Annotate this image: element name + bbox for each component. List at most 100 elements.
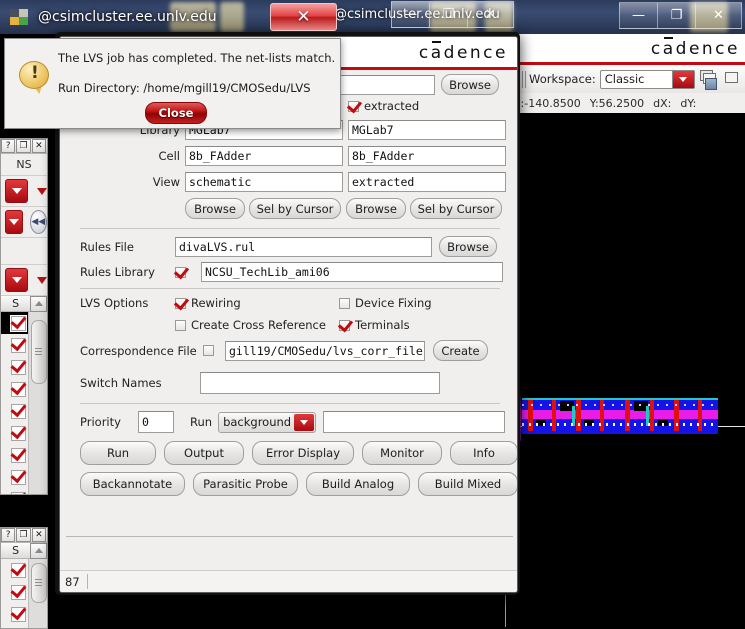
checkbox-checked-icon[interactable] bbox=[11, 492, 26, 496]
palette-row-dropdown-3[interactable] bbox=[1, 265, 47, 296]
info-button[interactable]: Info bbox=[450, 441, 518, 465]
run-mode-select[interactable]: background bbox=[218, 412, 316, 433]
correspondence-file-label: Correspondence File bbox=[80, 344, 203, 358]
checkbox-checked-icon[interactable] bbox=[11, 448, 26, 463]
build-analog-button[interactable]: Build Analog bbox=[306, 472, 410, 496]
create-netlist-extracted-checkbox[interactable] bbox=[348, 101, 359, 112]
minimize-icon[interactable]: — bbox=[619, 2, 658, 29]
lvs-window-controls[interactable]: — ❐ ✕ bbox=[391, 1, 514, 28]
palette-upper[interactable]: ? ❐ ✕ NS ◀◀ S bbox=[0, 138, 48, 495]
switch-names-input[interactable] bbox=[200, 372, 440, 394]
minimize-icon[interactable]: — bbox=[391, 1, 430, 28]
create-cross-reference-checkbox[interactable] bbox=[175, 320, 186, 331]
maximize-icon[interactable]: ❐ bbox=[658, 2, 696, 29]
run-host-input[interactable] bbox=[323, 411, 505, 433]
scroll-up-icon[interactable] bbox=[30, 543, 47, 559]
correspondence-file-create-button[interactable]: Create bbox=[433, 340, 488, 361]
extracted-sel-by-cursor-button[interactable]: Sel by Cursor bbox=[410, 198, 502, 219]
palette-lower[interactable]: ? ❐ ✕ S bbox=[0, 527, 48, 629]
window-icon[interactable] bbox=[722, 69, 743, 90]
checkbox-checked-icon[interactable] bbox=[11, 585, 26, 600]
scroll-up-icon[interactable] bbox=[30, 296, 47, 312]
correspondence-file-checkbox[interactable] bbox=[203, 345, 214, 356]
small-chevron-down-icon[interactable] bbox=[37, 277, 47, 284]
close-icon[interactable]: ✕ bbox=[32, 528, 46, 542]
checkbox-checked-icon[interactable] bbox=[11, 360, 26, 375]
chevron-down-icon[interactable] bbox=[5, 268, 28, 292]
save-workspace-icon[interactable] bbox=[698, 69, 719, 90]
terminals-checkbox[interactable] bbox=[339, 320, 350, 331]
chevron-down-icon[interactable] bbox=[672, 71, 694, 88]
workspace-label: Workspace: bbox=[529, 72, 596, 86]
backannotate-button[interactable]: Backannotate bbox=[80, 472, 185, 496]
toolbar-grip-handle[interactable] bbox=[519, 71, 526, 88]
small-chevron-down-icon[interactable] bbox=[37, 188, 47, 195]
output-button[interactable]: Output bbox=[164, 441, 244, 465]
close-icon[interactable]: ✕ bbox=[270, 3, 337, 31]
restore-icon[interactable]: ❐ bbox=[16, 139, 30, 153]
rules-library-input[interactable]: NCSU_TechLib_ami06 bbox=[201, 262, 503, 282]
rules-file-browse-button[interactable]: Browse bbox=[439, 236, 497, 257]
restore-icon[interactable]: ❐ bbox=[16, 528, 30, 542]
close-icon[interactable]: ✕ bbox=[468, 1, 514, 28]
checkbox-checked-icon[interactable] bbox=[11, 426, 26, 441]
checkbox-checked-icon[interactable] bbox=[11, 470, 26, 485]
priority-input[interactable]: 0 bbox=[138, 411, 174, 433]
parasitic-probe-button[interactable]: Parasitic Probe bbox=[193, 472, 298, 496]
palette-row-dropdown-2[interactable]: ◀◀ bbox=[1, 207, 47, 238]
cell-schematic-input[interactable]: 8b_FAdder bbox=[185, 146, 343, 166]
cell-extracted-input[interactable]: 8b_FAdder bbox=[348, 146, 506, 166]
correspondence-file-row: Correspondence File gill19/CMOSedu/lvs_c… bbox=[80, 340, 488, 361]
schematic-browse-button[interactable]: Browse bbox=[185, 198, 245, 219]
chevron-down-icon[interactable] bbox=[294, 414, 314, 431]
monitor-button[interactable]: Monitor bbox=[362, 441, 442, 465]
checkbox-checked-icon[interactable] bbox=[11, 338, 26, 353]
help-icon[interactable]: ? bbox=[1, 528, 15, 542]
checkbox-checked-icon[interactable] bbox=[11, 404, 26, 419]
scrollbar-thumb[interactable] bbox=[31, 320, 47, 384]
extracted-browse-button[interactable]: Browse bbox=[346, 198, 406, 219]
switch-names-row: Switch Names bbox=[80, 372, 440, 394]
dialog-close-button[interactable]: Close bbox=[145, 102, 207, 124]
palette-scrollbar[interactable] bbox=[28, 312, 47, 495]
checkbox-checked-icon[interactable] bbox=[11, 382, 26, 397]
library-extracted-input[interactable]: MGLab7 bbox=[348, 120, 506, 140]
layout-canvas[interactable] bbox=[506, 113, 745, 627]
lvs-form-body: Run Directory LVS Browse Create Netlist … bbox=[60, 70, 517, 570]
lvs-options-row-2: Create Cross Reference Terminals bbox=[175, 318, 410, 332]
priority-label: Priority bbox=[80, 415, 138, 429]
rewiring-checkbox[interactable] bbox=[175, 298, 186, 309]
maximize-icon[interactable]: ❐ bbox=[430, 1, 468, 28]
help-icon[interactable]: ? bbox=[1, 139, 15, 153]
workspace-select[interactable]: Classic bbox=[600, 70, 695, 89]
run-button[interactable]: Run bbox=[80, 441, 156, 465]
checkbox-checked-icon[interactable] bbox=[11, 607, 26, 622]
virtuoso-toolbar[interactable]: » Workspace: Classic bbox=[506, 65, 745, 94]
palette-column-header-label: S bbox=[1, 297, 30, 310]
background-window-controls[interactable]: — ❐ ✕ bbox=[619, 2, 742, 29]
rules-library-checkbox[interactable] bbox=[175, 267, 186, 278]
error-display-button[interactable]: Error Display bbox=[252, 441, 354, 465]
close-icon[interactable]: ✕ bbox=[696, 2, 742, 29]
rules-file-input[interactable]: divaLVS.rul bbox=[175, 237, 432, 257]
palette-upper-caption-buttons[interactable]: ? ❐ ✕ bbox=[1, 139, 47, 154]
rewind-icon[interactable]: ◀◀ bbox=[30, 210, 48, 234]
build-mixed-button[interactable]: Build Mixed bbox=[418, 472, 518, 496]
view-schematic-input[interactable]: schematic bbox=[185, 172, 343, 192]
schematic-sel-by-cursor-button[interactable]: Sel by Cursor bbox=[249, 198, 341, 219]
close-icon[interactable]: ✕ bbox=[32, 139, 46, 153]
lvs-completion-dialog[interactable]: @csimcluster.ee.unlv.edu ✕ ! The LVS job… bbox=[0, 0, 345, 133]
checkbox-checked-icon[interactable] bbox=[11, 316, 26, 331]
correspondence-file-input[interactable]: gill19/CMOSedu/lvs_corr_file bbox=[225, 341, 425, 361]
chevron-down-icon[interactable] bbox=[5, 179, 28, 203]
view-extracted-input[interactable]: extracted bbox=[348, 172, 506, 192]
chevron-down-icon[interactable] bbox=[5, 210, 23, 234]
checkbox-checked-icon[interactable] bbox=[11, 563, 26, 578]
scrollbar-thumb[interactable] bbox=[31, 563, 47, 603]
device-fixing-checkbox[interactable] bbox=[339, 298, 350, 309]
palette-lower-caption-buttons[interactable]: ? ❐ ✕ bbox=[1, 528, 47, 543]
palette-scrollbar[interactable] bbox=[28, 559, 47, 629]
virtuoso-layout-window[interactable]: cadence » Workspace: Classic X:-140.8500… bbox=[505, 34, 745, 627]
run-directory-browse-button[interactable]: Browse bbox=[441, 74, 499, 95]
palette-row-dropdown-1[interactable] bbox=[1, 176, 47, 207]
